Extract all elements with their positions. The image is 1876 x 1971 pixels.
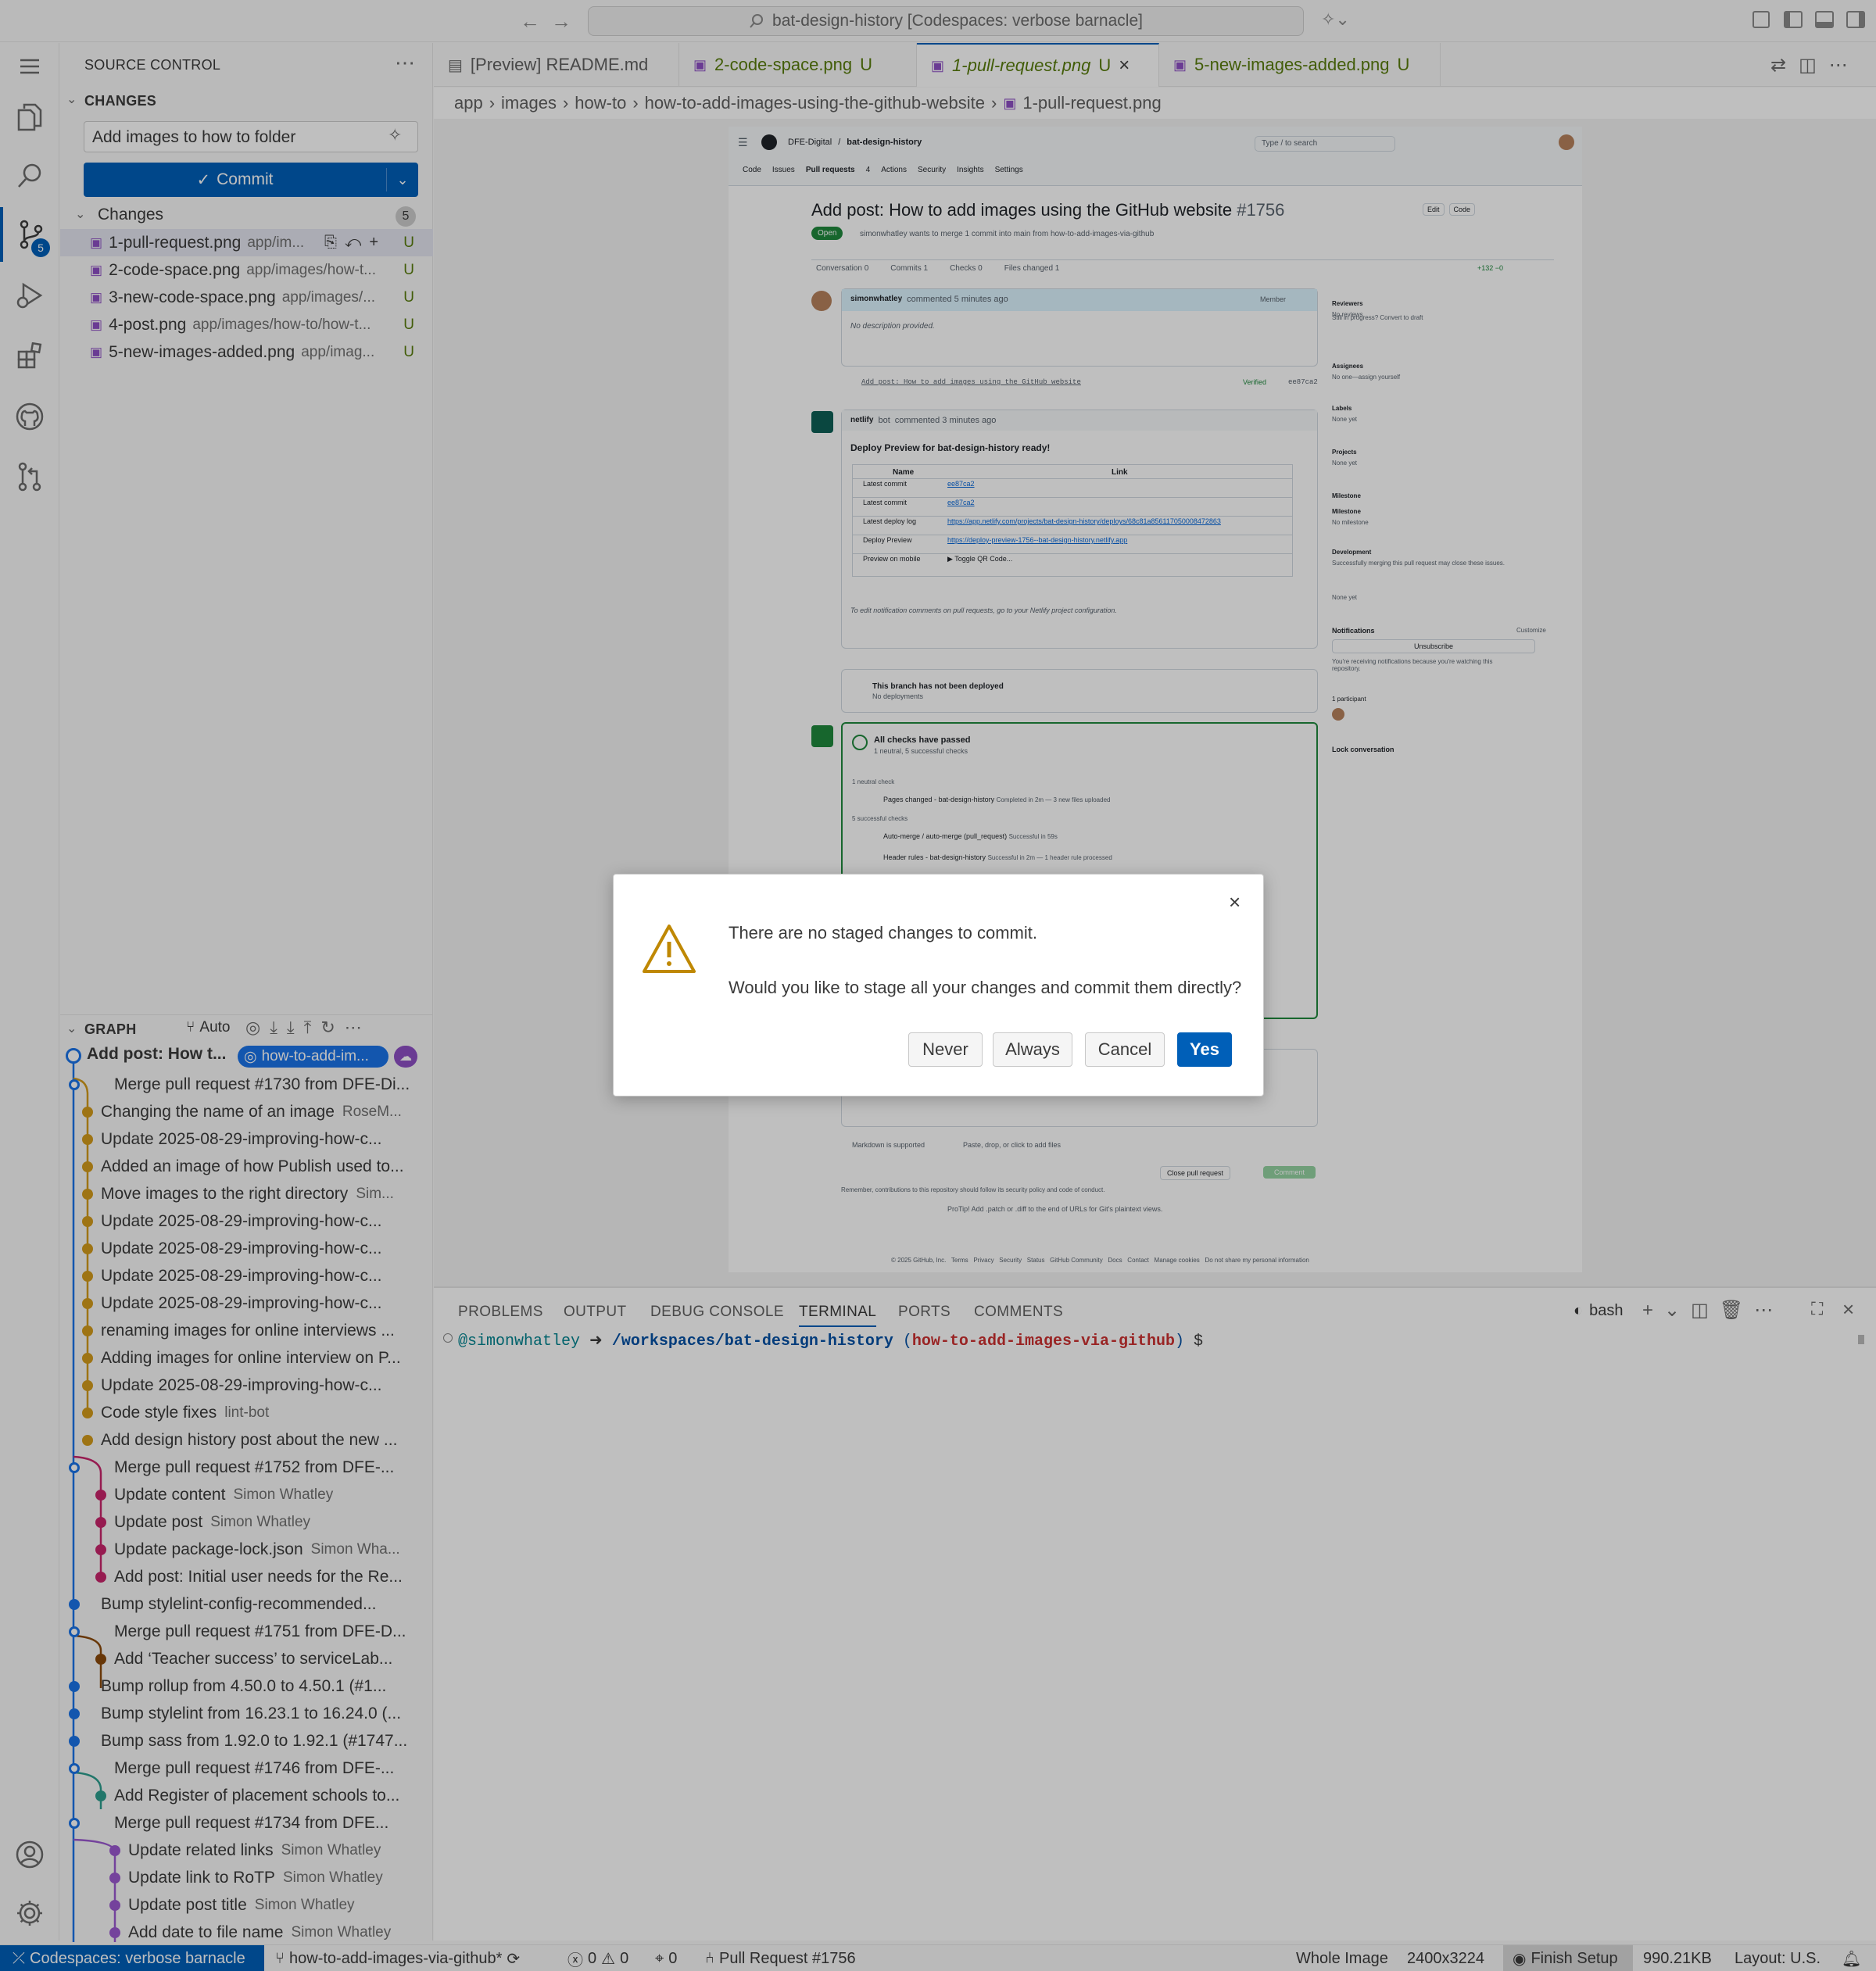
always-button[interactable]: Always [993, 1032, 1072, 1067]
cancel-button[interactable]: Cancel [1085, 1032, 1165, 1067]
dialog-message: There are no staged changes to commit. [729, 923, 1037, 943]
yes-button[interactable]: Yes [1177, 1032, 1232, 1067]
never-button[interactable]: Never [908, 1032, 983, 1067]
close-dialog-icon[interactable]: × [1229, 890, 1241, 914]
commit-dialog: × There are no staged changes to commit.… [613, 874, 1264, 1096]
dialog-detail: Would you like to stage all your changes… [729, 978, 1242, 997]
warning-icon [643, 925, 696, 973]
